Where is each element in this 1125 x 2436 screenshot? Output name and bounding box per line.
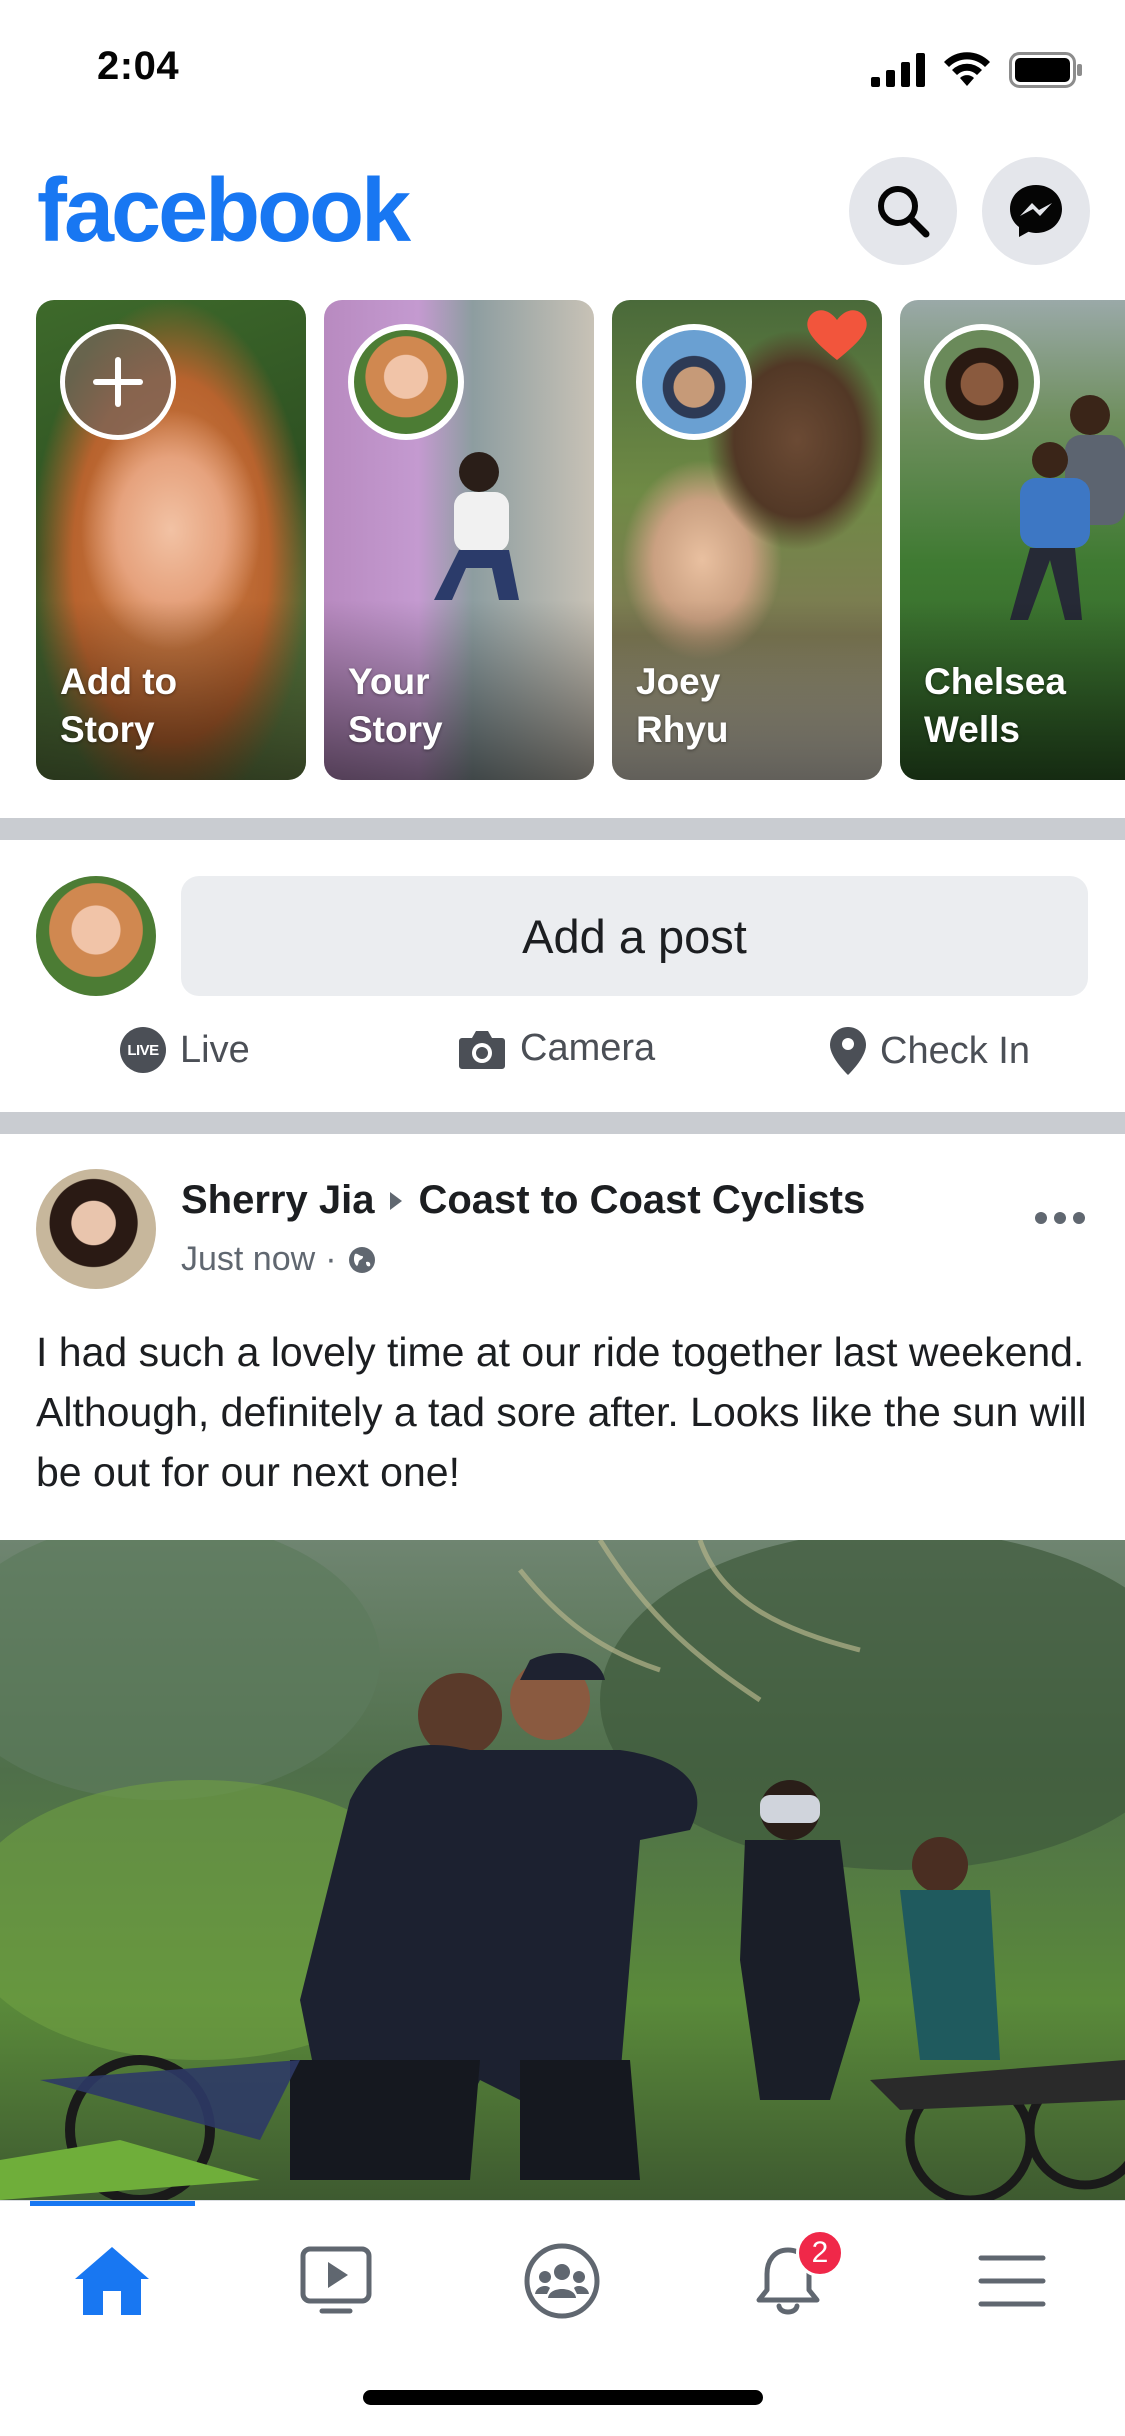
add-story-button[interactable]	[60, 324, 176, 440]
tab-home[interactable]	[42, 2231, 182, 2331]
notification-badge: 2	[796, 2229, 844, 2277]
facebook-logo[interactable]: facebook	[37, 160, 411, 263]
groups-icon	[524, 2243, 600, 2319]
messenger-button[interactable]	[982, 157, 1090, 265]
tab-groups[interactable]	[492, 2231, 632, 2331]
section-divider	[0, 1112, 1125, 1134]
story-card-chelsea-wells[interactable]: Chelsea Wells	[900, 300, 1125, 780]
video-icon	[300, 2246, 372, 2314]
post-author-name[interactable]: Sherry Jia	[181, 1178, 374, 1223]
post-composer: Add a post LIVE Live Camera Check In	[0, 842, 1125, 1112]
search-icon	[878, 186, 930, 238]
tab-notifications[interactable]: 2	[718, 2229, 858, 2331]
camera-icon	[459, 1030, 505, 1069]
section-divider	[0, 818, 1125, 840]
add-post-input[interactable]: Add a post	[181, 876, 1088, 996]
post-group-name[interactable]: Coast to Coast Cyclists	[418, 1178, 865, 1223]
search-button[interactable]	[849, 157, 957, 265]
live-icon: LIVE	[120, 1027, 166, 1073]
globe-icon	[348, 1246, 375, 1273]
avatar	[924, 324, 1040, 440]
tab-watch[interactable]	[266, 2231, 406, 2331]
story-label: Chelsea Wells	[924, 661, 1066, 750]
facebook-feed-screen: 2:04 facebook Add to Story Your Story Jo…	[0, 0, 1125, 2436]
location-pin-icon	[830, 1027, 866, 1075]
story-label: Your Story	[348, 661, 443, 750]
plus-icon	[93, 357, 143, 407]
caret-right-icon	[390, 1191, 403, 1210]
check-in-button[interactable]: Check In	[830, 1027, 1030, 1075]
heart-stickers	[807, 310, 867, 360]
stories-tray[interactable]: Add to Story Your Story Joey Rhyu Chelse…	[0, 300, 1125, 780]
camera-button[interactable]: Camera	[458, 1027, 655, 1070]
messenger-icon	[1010, 185, 1062, 237]
status-bar: 2:04	[0, 0, 1125, 140]
avatar[interactable]	[36, 876, 156, 996]
story-label: Joey Rhyu	[636, 661, 729, 750]
post-author-line: Sherry Jia Coast to Coast Cyclists	[181, 1178, 865, 1223]
app-header: facebook	[0, 140, 1125, 290]
story-card-joey-rhyu[interactable]: Joey Rhyu	[612, 300, 882, 780]
meta-separator: ·	[325, 1240, 337, 1278]
wifi-icon	[944, 52, 990, 86]
story-card-your-story[interactable]: Your Story	[324, 300, 594, 780]
avatar	[636, 324, 752, 440]
post-meta: Just now ·	[181, 1240, 377, 1279]
battery-icon	[1009, 52, 1082, 88]
active-tab-indicator	[30, 2201, 195, 2206]
story-label: Add to Story	[60, 661, 178, 750]
hamburger-menu-icon	[978, 2255, 1046, 2307]
story-card-add[interactable]: Add to Story	[36, 300, 306, 780]
cyclists-photo	[0, 1540, 1125, 2200]
more-options-icon[interactable]	[1035, 1212, 1085, 1224]
live-button[interactable]: LIVE Live	[120, 1027, 250, 1073]
composer-actions: LIVE Live Camera Check In	[0, 1027, 1125, 1097]
post-text: I had such a lovely time at our ride tog…	[36, 1329, 1087, 1495]
post-time[interactable]: Just now	[181, 1240, 315, 1279]
status-icons	[871, 52, 1083, 88]
cellular-signal-icon	[871, 53, 925, 87]
status-time: 2:04	[97, 44, 180, 88]
home-indicator[interactable]	[363, 2390, 763, 2405]
tab-menu[interactable]	[942, 2231, 1082, 2331]
camera-label: Camera	[520, 1027, 656, 1069]
post-photo[interactable]	[0, 1540, 1125, 2200]
check-in-label: Check In	[880, 1029, 1030, 1072]
live-label: Live	[180, 1028, 250, 1071]
post-header: Sherry Jia Coast to Coast Cyclists Just …	[0, 1134, 1125, 1294]
avatar	[348, 324, 464, 440]
avatar[interactable]	[36, 1169, 156, 1289]
home-icon	[75, 2247, 149, 2315]
